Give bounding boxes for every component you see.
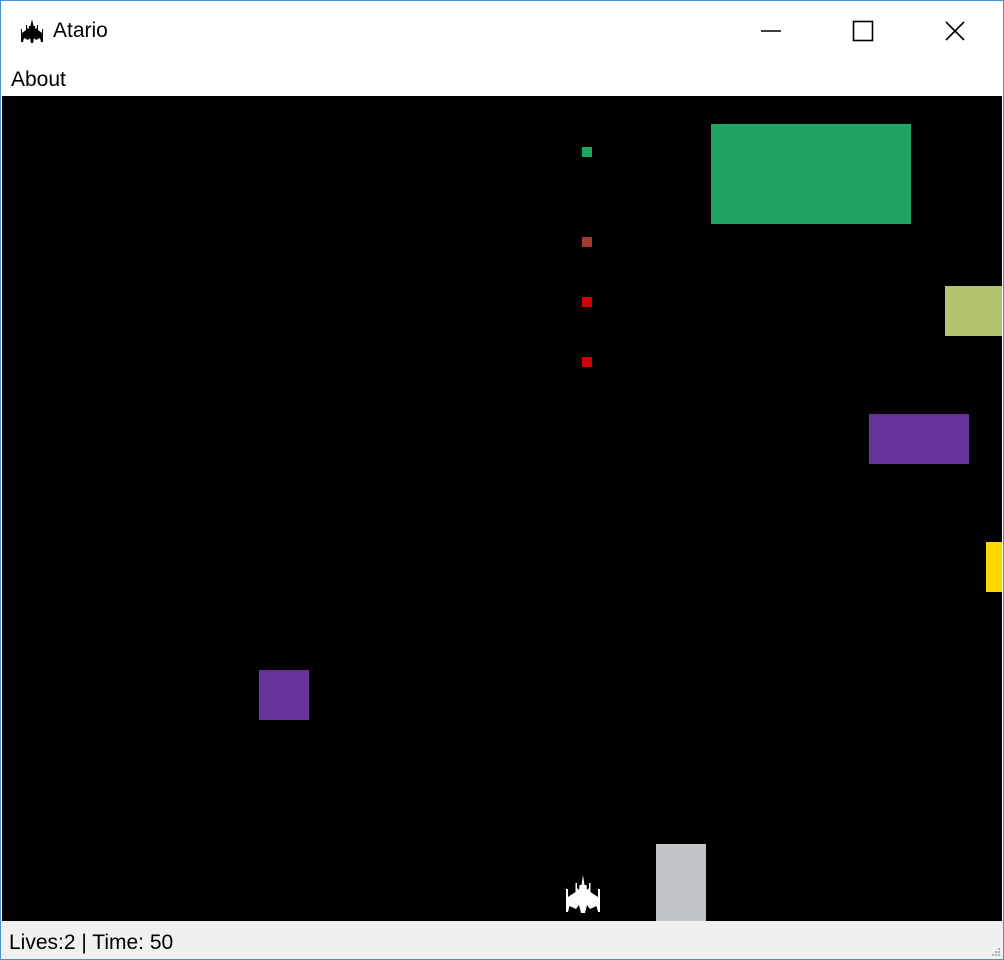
block-yellow <box>986 542 1002 592</box>
status-bar: Lives:2 | Time: 50 <box>1 921 1003 959</box>
block-purple-left <box>259 670 309 720</box>
menu-about[interactable]: About <box>11 67 66 93</box>
spaceship-icon <box>21 19 43 43</box>
title-bar[interactable]: Atario <box>1 1 1003 61</box>
window-title: Atario <box>53 19 108 42</box>
game-canvas[interactable] <box>2 96 1002 921</box>
block-lime <box>945 286 1002 336</box>
close-button[interactable] <box>909 1 1001 61</box>
block-gray <box>656 844 706 921</box>
projectile-red-2 <box>582 357 592 367</box>
projectile-brown <box>582 237 592 247</box>
block-green-large <box>711 124 911 224</box>
spaceship-icon <box>566 875 600 913</box>
minimize-icon <box>761 30 781 32</box>
status-text: Lives:2 | Time: 50 <box>9 931 174 954</box>
maximize-button[interactable] <box>817 1 909 61</box>
block-purple-right <box>869 414 969 464</box>
maximize-icon <box>852 20 874 42</box>
projectile-green <box>582 147 592 157</box>
app-window: Atario About Lives:2 | Time: 50 <box>0 0 1004 960</box>
projectile-red-1 <box>582 297 592 307</box>
player-ship <box>566 875 600 913</box>
menu-bar: About <box>1 61 1003 96</box>
close-icon <box>945 21 965 41</box>
resize-grip-icon[interactable] <box>989 945 1001 957</box>
minimize-button[interactable] <box>725 1 817 61</box>
